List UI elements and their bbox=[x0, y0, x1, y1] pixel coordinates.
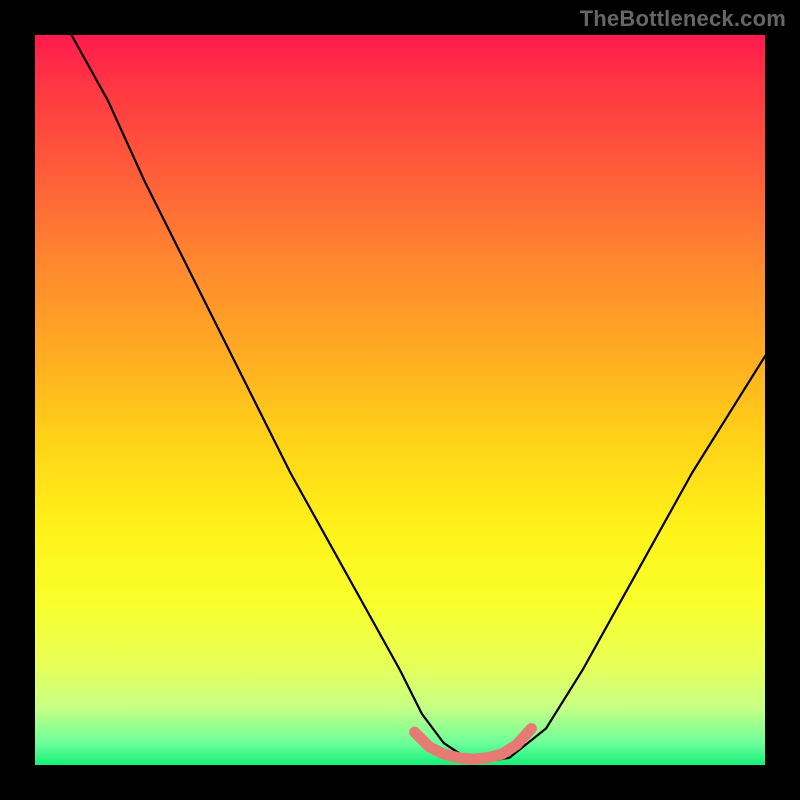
chart-frame: TheBottleneck.com bbox=[0, 0, 800, 800]
chart-svg bbox=[35, 35, 765, 765]
watermark-text: TheBottleneck.com bbox=[580, 6, 786, 32]
plot-area bbox=[35, 35, 765, 765]
bottleneck-curve bbox=[72, 35, 766, 761]
